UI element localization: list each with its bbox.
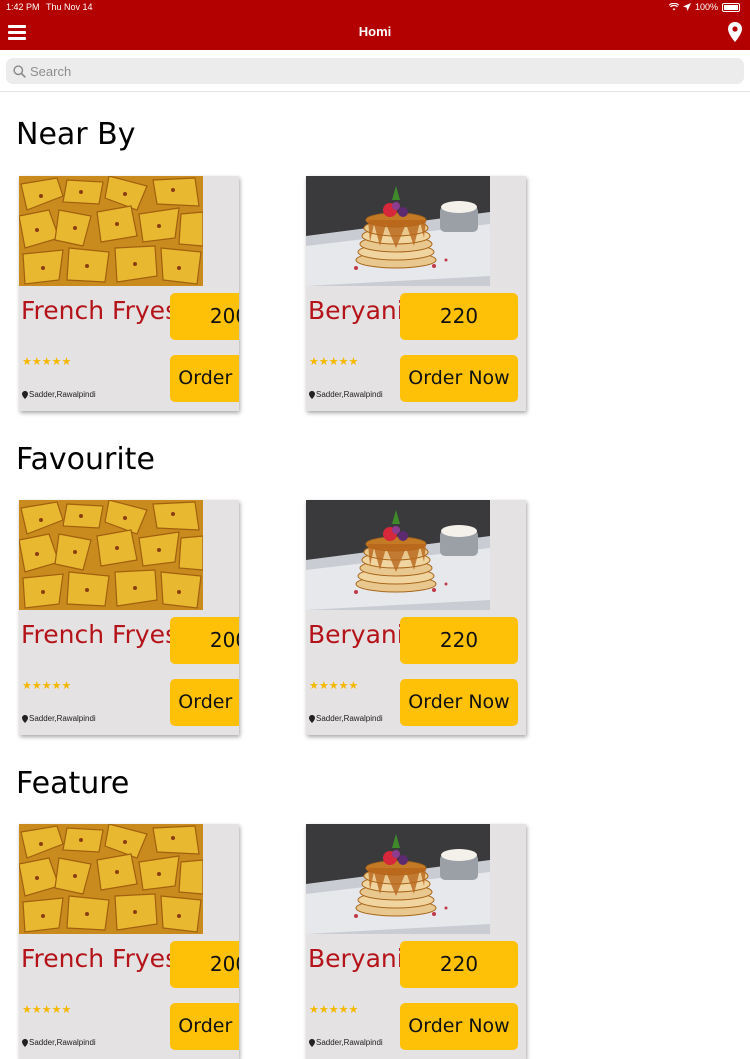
section-title-feature: Feature bbox=[16, 766, 130, 801]
order-now-button[interactable]: Order Now bbox=[400, 355, 518, 402]
rating-stars: ★★★★★ bbox=[309, 356, 359, 368]
search-icon bbox=[13, 64, 26, 78]
battery-percent: 100% bbox=[694, 2, 718, 12]
location-text: Sadder,Rawalpindi bbox=[29, 390, 96, 399]
price-button[interactable]: 220 bbox=[400, 617, 518, 664]
location-pin-icon bbox=[22, 714, 28, 723]
navigation-bar: Homi bbox=[0, 14, 750, 50]
battery-icon bbox=[722, 2, 740, 12]
food-card[interactable]: French Fryes 200 ★★★★★ Order Now Sadder,… bbox=[19, 824, 239, 1059]
item-name: French Fryes bbox=[21, 620, 179, 649]
wifi-icon bbox=[668, 3, 679, 11]
location-label: Sadder,Rawalpindi bbox=[22, 714, 96, 723]
item-name: French Fryes bbox=[21, 296, 179, 325]
section-title-favourite: Favourite bbox=[16, 442, 155, 477]
rating-stars: ★★★★★ bbox=[22, 680, 72, 692]
location-text: Sadder,Rawalpindi bbox=[29, 1038, 96, 1047]
food-card[interactable]: Beryani 220 ★★★★★ Order Now Sadder,Rawal… bbox=[306, 824, 526, 1059]
location-pin-icon bbox=[309, 714, 315, 723]
order-now-button[interactable]: Order Now bbox=[400, 1003, 518, 1050]
rating-stars: ★★★★★ bbox=[22, 1004, 72, 1016]
price-button[interactable]: 220 bbox=[400, 293, 518, 340]
search-input[interactable] bbox=[30, 63, 710, 79]
search-bar[interactable] bbox=[6, 58, 744, 84]
food-card[interactable]: French Fryes 200 ★★★★★ Order Now Sadder,… bbox=[19, 500, 239, 735]
location-pin-icon bbox=[309, 390, 315, 399]
price-button[interactable]: 200 bbox=[170, 941, 239, 988]
item-name: Beryani bbox=[308, 620, 404, 649]
location-label: Sadder,Rawalpindi bbox=[22, 1038, 96, 1047]
pancakes-image bbox=[306, 500, 490, 610]
order-now-button[interactable]: Order Now bbox=[170, 355, 239, 402]
price-button[interactable]: 220 bbox=[400, 941, 518, 988]
food-card[interactable]: Beryani 220 ★★★★★ Order Now Sadder,Rawal… bbox=[306, 176, 526, 411]
search-bar-container bbox=[0, 50, 750, 92]
location-arrow-icon bbox=[682, 3, 691, 11]
location-label: Sadder,Rawalpindi bbox=[22, 390, 96, 399]
item-name: Beryani bbox=[308, 944, 404, 973]
location-text: Sadder,Rawalpindi bbox=[316, 714, 383, 723]
price-button[interactable]: 200 bbox=[170, 293, 239, 340]
status-date: Thu Nov 14 bbox=[46, 2, 93, 12]
location-pin-icon bbox=[22, 390, 28, 399]
section-title-near-by: Near By bbox=[16, 117, 136, 152]
location-label: Sadder,Rawalpindi bbox=[309, 1038, 383, 1047]
pancakes-image bbox=[306, 176, 490, 286]
location-text: Sadder,Rawalpindi bbox=[316, 390, 383, 399]
location-pin-icon bbox=[309, 1038, 315, 1047]
status-right: 100% bbox=[668, 2, 740, 12]
status-time: 1:42 PM bbox=[6, 2, 40, 12]
page-title: Homi bbox=[358, 24, 392, 39]
location-pin-icon[interactable] bbox=[728, 22, 742, 42]
item-name: French Fryes bbox=[21, 944, 179, 973]
potato-wedges-image bbox=[19, 824, 203, 934]
pancakes-image bbox=[306, 824, 490, 934]
location-text: Sadder,Rawalpindi bbox=[29, 714, 96, 723]
rating-stars: ★★★★★ bbox=[309, 680, 359, 692]
potato-wedges-image bbox=[19, 176, 203, 286]
location-label: Sadder,Rawalpindi bbox=[309, 390, 383, 399]
location-text: Sadder,Rawalpindi bbox=[316, 1038, 383, 1047]
food-card[interactable]: Beryani 220 ★★★★★ Order Now Sadder,Rawal… bbox=[306, 500, 526, 735]
potato-wedges-image bbox=[19, 500, 203, 610]
order-now-button[interactable]: Order Now bbox=[170, 1003, 239, 1050]
location-pin-icon bbox=[22, 1038, 28, 1047]
rating-stars: ★★★★★ bbox=[22, 356, 72, 368]
food-card[interactable]: French Fryes 200 ★★★★★ Order Now Sadder,… bbox=[19, 176, 239, 411]
status-bar: 1:42 PM Thu Nov 14 100% bbox=[0, 0, 750, 14]
item-name: Beryani bbox=[308, 296, 404, 325]
location-label: Sadder,Rawalpindi bbox=[309, 714, 383, 723]
price-button[interactable]: 200 bbox=[170, 617, 239, 664]
order-now-button[interactable]: Order Now bbox=[170, 679, 239, 726]
rating-stars: ★★★★★ bbox=[309, 1004, 359, 1016]
order-now-button[interactable]: Order Now bbox=[400, 679, 518, 726]
